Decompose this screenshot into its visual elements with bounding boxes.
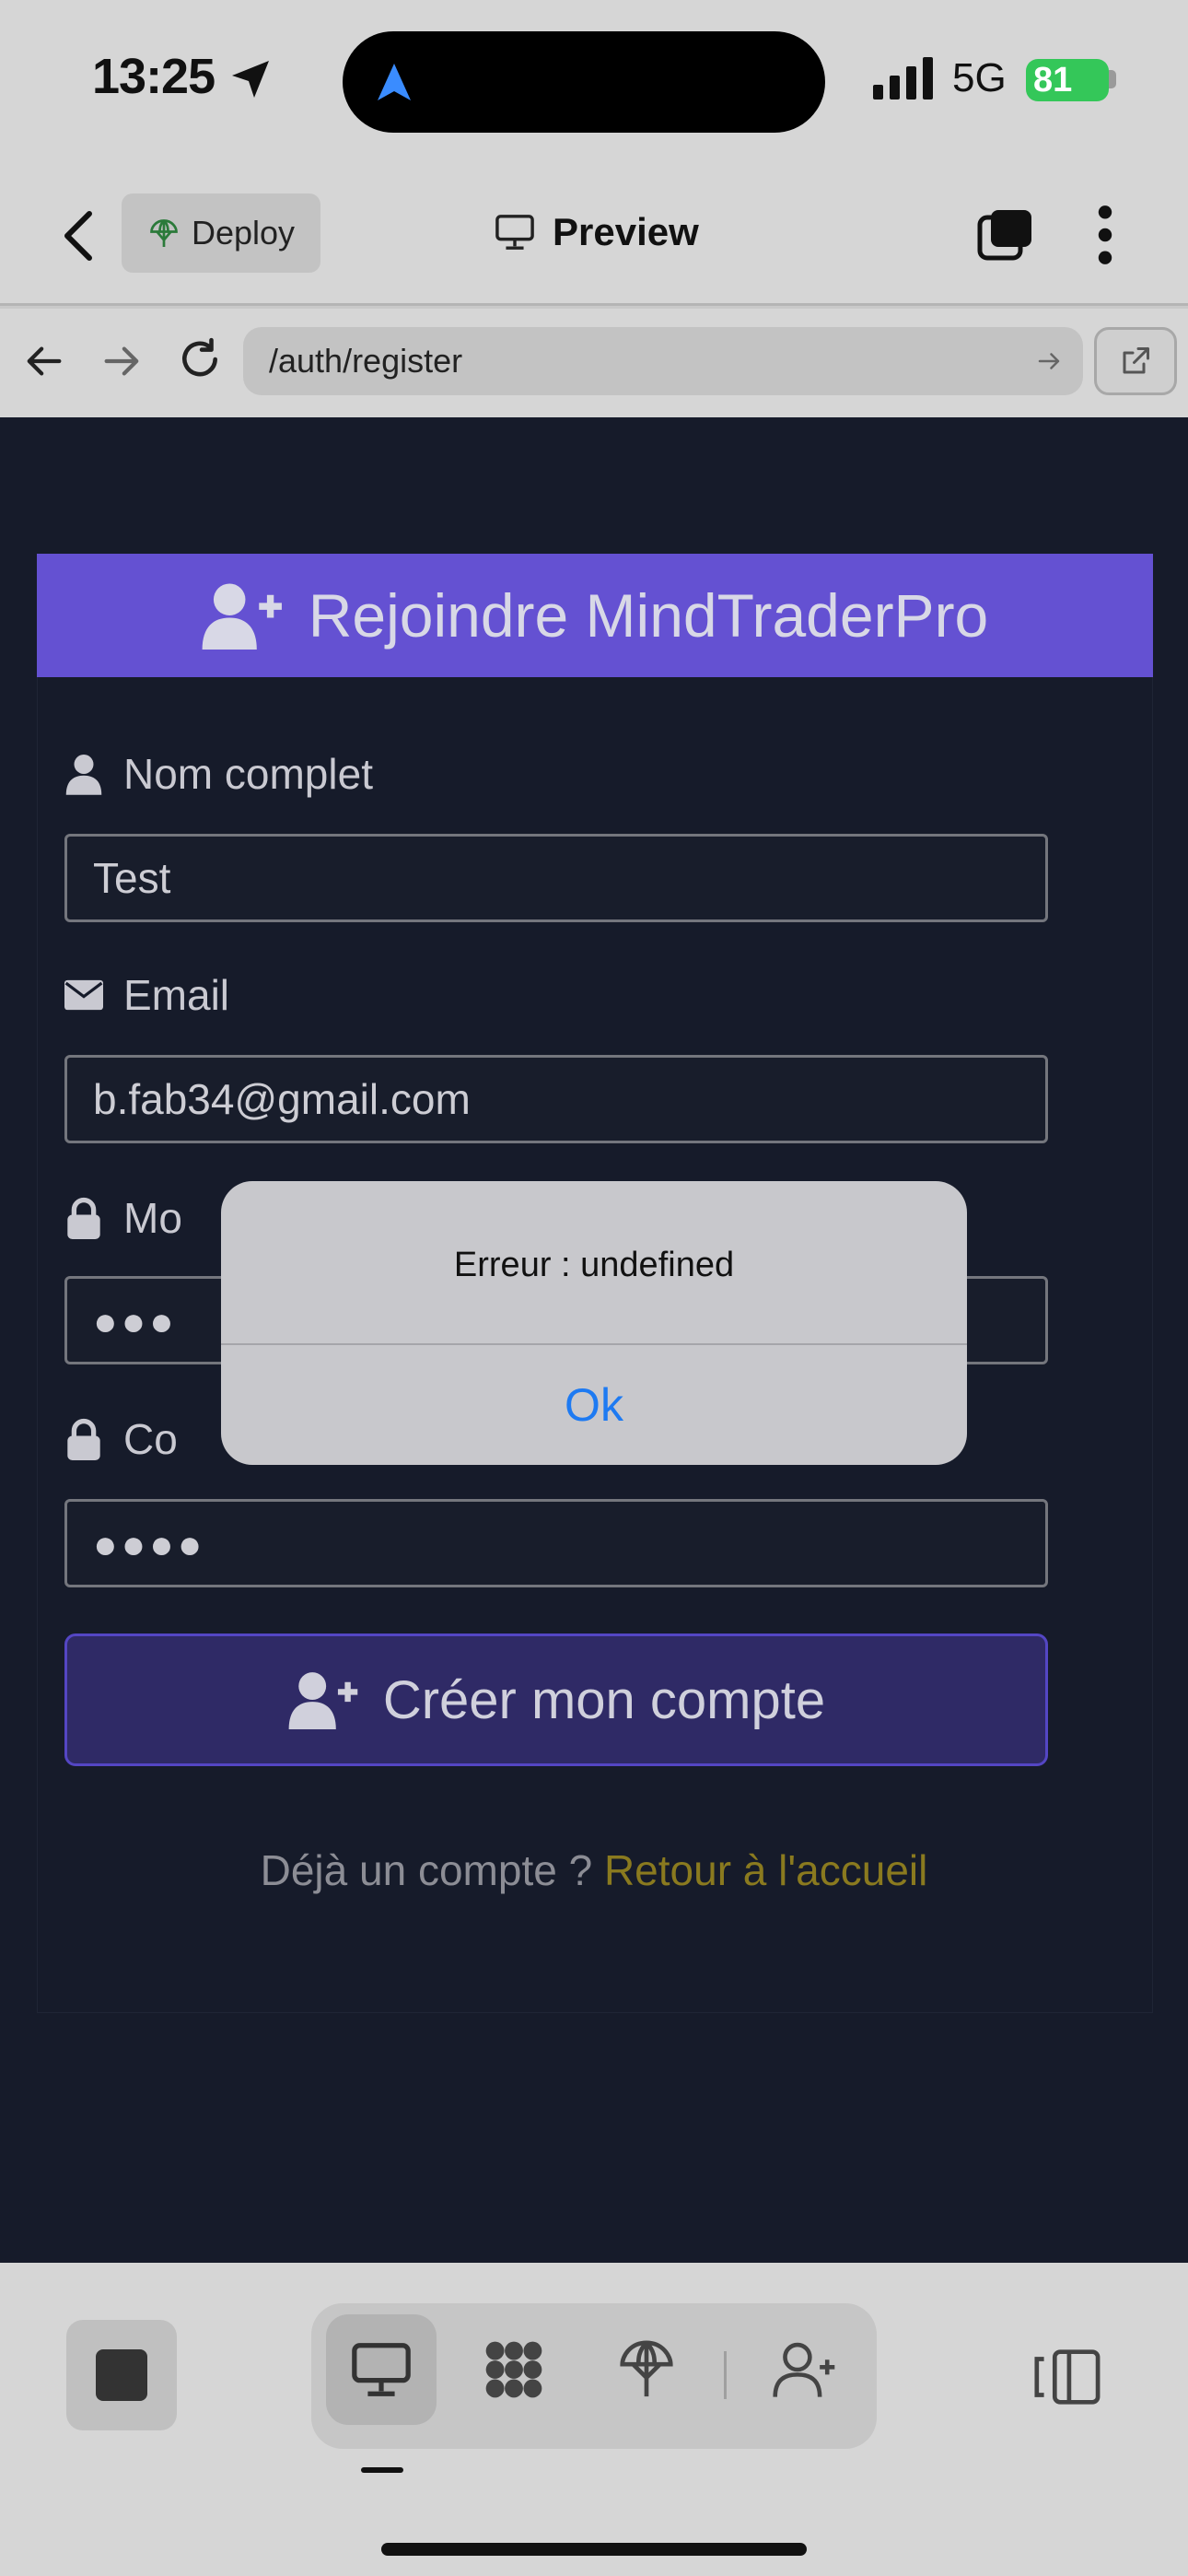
name-value: Test — [93, 854, 171, 902]
publish-icon — [620, 2340, 673, 2397]
monitor-icon — [495, 215, 534, 250]
alert-message: Erreur : undefined — [453, 1246, 735, 1284]
user-plus-icon — [773, 2342, 835, 2397]
switcher-divider — [724, 2351, 727, 2399]
confirm-value: ●●●● — [93, 1522, 206, 1567]
envelope-icon — [64, 979, 103, 1011]
password-label-text: Mo — [123, 1194, 182, 1242]
network-type: 5G — [952, 55, 1007, 100]
deploy-tab[interactable] — [591, 2314, 702, 2425]
battery-level: 81 — [1033, 61, 1073, 100]
email-value: b.fab34@gmail.com — [93, 1075, 471, 1123]
arrow-right-icon[interactable] — [99, 340, 142, 382]
email-field[interactable]: b.fab34@gmail.com — [64, 1055, 1048, 1143]
reload-icon[interactable] — [177, 336, 223, 382]
app-header: Deploy Preview — [0, 166, 1188, 306]
email-label: Email — [64, 970, 229, 1020]
tabs-icon[interactable] — [976, 206, 1035, 265]
monitor-icon — [352, 2343, 411, 2396]
go-arrow-icon[interactable] — [1035, 347, 1063, 375]
battery-nub — [1109, 70, 1116, 88]
password-label: Mo — [64, 1193, 182, 1243]
url-input[interactable]: /auth/register — [243, 327, 1083, 395]
home-indicator — [381, 2543, 807, 2556]
preview-tab[interactable] — [326, 2314, 437, 2425]
deploy-button[interactable]: Deploy — [122, 193, 320, 273]
login-prompt: Déjà un compte ? Retour à l'accueil — [0, 1845, 1188, 1895]
confirm-password-field[interactable]: ●●●● — [64, 1499, 1048, 1587]
view-switcher — [311, 2303, 877, 2449]
lock-icon — [67, 1197, 100, 1239]
create-account-label: Créer mon compte — [382, 1669, 826, 1730]
external-link-icon — [1123, 347, 1149, 374]
password-value: ●●● — [93, 1299, 178, 1344]
battery-icon: 81 — [1026, 59, 1109, 101]
preview-title: Preview — [494, 210, 699, 254]
user-plus-icon — [288, 1672, 358, 1729]
invite-tab[interactable] — [750, 2314, 860, 2425]
browser-bar: /auth/register — [0, 309, 1188, 417]
status-time: 13:25 — [92, 49, 215, 104]
grid-icon — [485, 2341, 542, 2398]
register-card-header: Rejoindre MindTraderPro — [37, 554, 1153, 677]
name-label-text: Nom complet — [123, 750, 373, 798]
sidebar-toggle-icon[interactable] — [1030, 2348, 1101, 2406]
confirm-label-text: Co — [123, 1415, 178, 1463]
create-account-button[interactable]: Créer mon compte — [64, 1633, 1048, 1766]
lock-icon — [67, 1418, 100, 1460]
chevron-left-icon[interactable] — [55, 206, 101, 265]
register-title: Rejoindre MindTraderPro — [308, 581, 989, 650]
name-field[interactable]: Test — [64, 834, 1048, 922]
preview-label: Preview — [553, 210, 699, 253]
open-external-button[interactable] — [1094, 327, 1177, 395]
alert-ok-button[interactable]: Ok — [221, 1345, 967, 1465]
bottom-toolbar — [0, 2263, 1188, 2576]
name-label: Nom complet — [64, 749, 373, 799]
confirm-password-label: Co — [64, 1414, 178, 1464]
url-text: /auth/register — [269, 342, 463, 380]
location-arrow-icon — [232, 61, 269, 98]
email-label-text: Email — [123, 971, 230, 1019]
arrow-left-icon[interactable] — [24, 340, 66, 382]
navigation-icon — [378, 64, 411, 100]
user-icon — [65, 755, 102, 795]
user-plus-icon — [202, 583, 282, 650]
home-link[interactable]: Retour à l'accueil — [604, 1846, 927, 1894]
deploy-globe-icon — [150, 219, 178, 247]
error-alert: Erreur : undefined Ok — [221, 1181, 967, 1465]
login-prompt-text: Déjà un compte ? — [260, 1846, 604, 1894]
deploy-label: Deploy — [192, 214, 296, 252]
signal-icon — [873, 57, 933, 100]
more-vertical-icon[interactable] — [1087, 203, 1124, 267]
stop-button[interactable] — [66, 2320, 177, 2430]
workspace-tab[interactable] — [459, 2314, 569, 2425]
status-bar: 13:25 5G 81 — [0, 0, 1188, 166]
active-tab-indicator — [361, 2467, 403, 2473]
